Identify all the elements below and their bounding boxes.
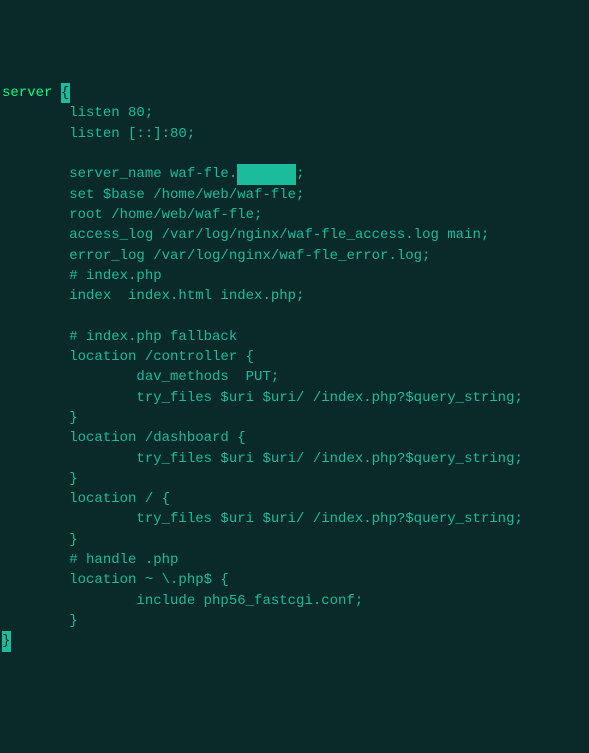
code-line-10: # index.php <box>2 266 587 286</box>
code-line-16: try_files $uri $uri/ /index.php?$query_s… <box>2 388 587 408</box>
code-line-9: error_log /var/log/nginx/waf-fle_error.l… <box>2 246 587 266</box>
code-line-7: root /home/web/waf-fle; <box>2 205 587 225</box>
code-line-19: try_files $uri $uri/ /index.php?$query_s… <box>2 449 587 469</box>
server-keyword: server <box>2 85 52 101</box>
code-line-2: listen 80; <box>2 103 587 123</box>
redacted-domain <box>237 164 296 184</box>
code-line-25: location ~ \.php$ { <box>2 570 587 590</box>
server-name-suffix: ; <box>296 166 304 182</box>
code-line-27: } <box>2 611 587 631</box>
code-line-23: } <box>2 530 587 550</box>
code-line-14: location /controller { <box>2 347 587 367</box>
code-line-17: } <box>2 408 587 428</box>
code-line-22: try_files $uri $uri/ /index.php?$query_s… <box>2 509 587 529</box>
code-editor[interactable]: server { listen 80; listen [::]:80; serv… <box>2 83 587 651</box>
code-line-12 <box>2 306 587 326</box>
code-line-5: server_name waf-fle. ; <box>2 164 587 184</box>
code-line-1: server { <box>2 83 587 103</box>
code-line-24: # handle .php <box>2 550 587 570</box>
code-line-21: location / { <box>2 489 587 509</box>
code-line-4 <box>2 144 587 164</box>
code-line-3: listen [::]:80; <box>2 124 587 144</box>
code-line-20: } <box>2 469 587 489</box>
close-brace-highlight: } <box>2 631 11 651</box>
code-line-8: access_log /var/log/nginx/waf-fle_access… <box>2 225 587 245</box>
server-name-prefix: server_name waf-fle. <box>2 166 237 182</box>
code-line-18: location /dashboard { <box>2 428 587 448</box>
code-line-26: include php56_fastcgi.conf; <box>2 591 587 611</box>
code-line-28: } <box>2 631 587 651</box>
open-brace-highlight: { <box>61 83 70 103</box>
code-line-13: # index.php fallback <box>2 327 587 347</box>
code-line-6: set $base /home/web/waf-fle; <box>2 185 587 205</box>
code-line-11: index index.html index.php; <box>2 286 587 306</box>
code-line-15: dav_methods PUT; <box>2 367 587 387</box>
